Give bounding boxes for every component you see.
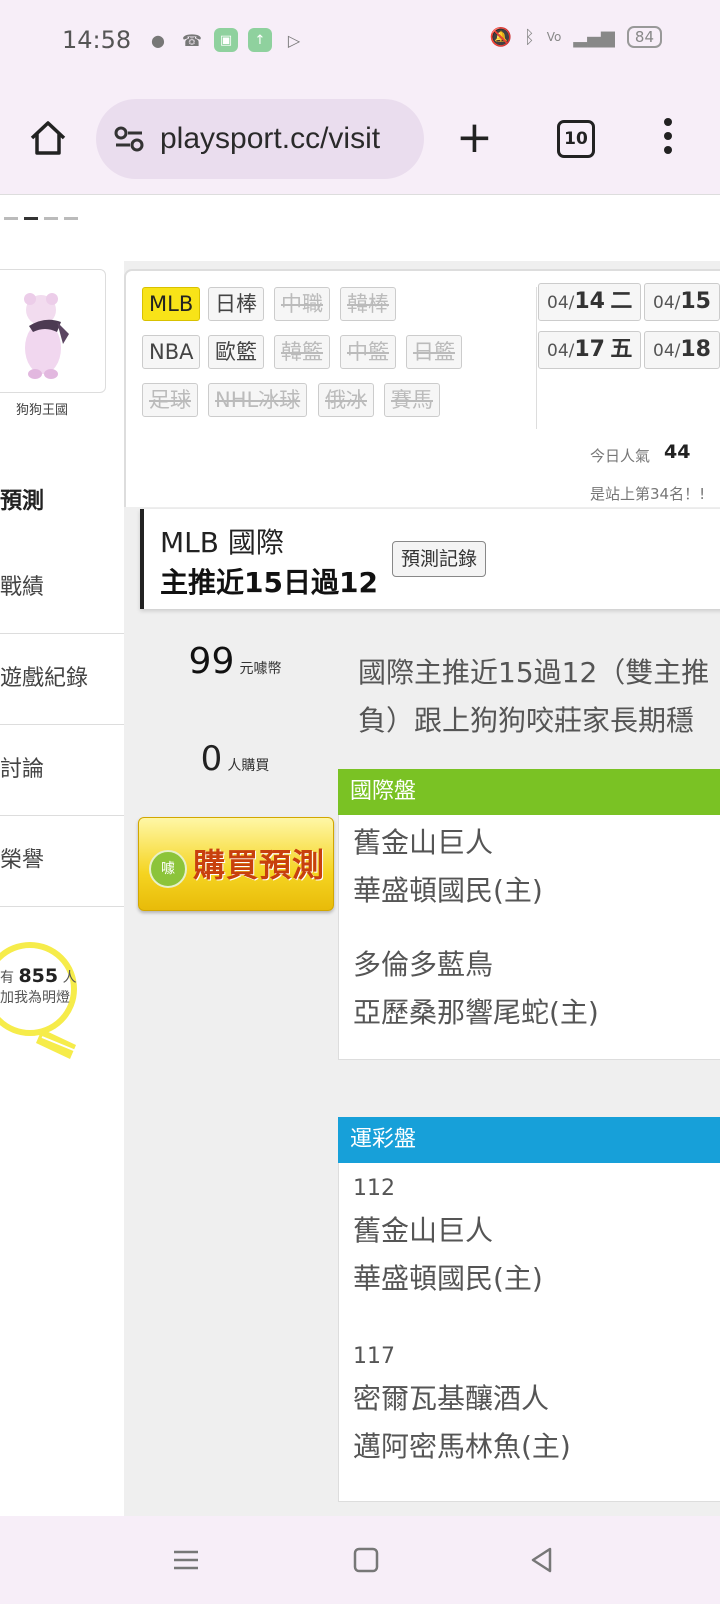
upload-icon: ↑	[248, 28, 272, 52]
status-bar: 14:58 ● ☎ ▣ ↑ ▷ 🔕 ᛒ Vo ▂▄▆ 84	[0, 0, 720, 82]
match-row: 117 密爾瓦基釀酒人 邁阿密馬林魚(主)	[338, 1331, 720, 1502]
address-bar[interactable]: playsport.cc/visit	[96, 99, 424, 179]
web-page: 狗狗王國 預測 戰績 遊戲紀錄 討論 榮譽 有 855 人 加我為明燈 MLB …	[0, 194, 720, 1517]
predict-heading[interactable]: 預測	[0, 483, 44, 515]
section-header-sports-lottery: 運彩盤	[338, 1117, 720, 1163]
date-button[interactable]: 04/15	[644, 283, 720, 321]
tag-russia-hockey: 俄冰	[318, 383, 374, 417]
battery-icon: 84	[626, 26, 662, 48]
back-icon[interactable]	[528, 1546, 556, 1574]
section-header-international: 國際盤	[338, 769, 720, 815]
system-nav-bar	[0, 1516, 720, 1604]
home-nav-icon[interactable]	[352, 1546, 380, 1574]
buy-prediction-button[interactable]: 噱 購買預測	[138, 817, 334, 911]
sidebar-menu: 戰績 遊戲紀錄 討論 榮譽	[0, 543, 124, 907]
buyer-unit: 人購買	[227, 758, 270, 774]
tag-korea-basketball: 韓籃	[274, 335, 330, 369]
status-time: 14:58	[62, 26, 132, 54]
tag-korea-baseball: 韓棒	[340, 287, 396, 321]
avatar-name[interactable]: 狗狗王國	[16, 399, 68, 418]
sidebar-item-record[interactable]: 戰績	[0, 543, 124, 634]
pager-dot[interactable]	[24, 217, 38, 220]
sidebar-item-game-log[interactable]: 遊戲紀錄	[0, 634, 124, 725]
price-box: 99 元噱幣	[140, 641, 330, 721]
profile-sidebar: 狗狗王國 預測 戰績 遊戲紀錄 討論 榮譽 有 855 人 加我為明燈	[0, 261, 126, 1517]
buyer-count: 0	[200, 739, 223, 779]
tag-mlb[interactable]: MLB	[142, 287, 201, 321]
buyer-box: 0 人購買	[140, 739, 330, 779]
recent-apps-icon[interactable]	[172, 1546, 200, 1574]
buy-prediction-label: 購買預測	[193, 846, 326, 884]
tag-japan-baseball[interactable]: 日棒	[208, 287, 264, 321]
sidebar-item-discussion[interactable]: 討論	[0, 725, 124, 816]
date-button[interactable]: 04/14 二	[538, 283, 642, 321]
tag-nba[interactable]: NBA	[142, 335, 201, 369]
signal-icon: ▂▄▆	[573, 26, 615, 48]
home-icon[interactable]	[28, 118, 68, 158]
url-text: playsport.cc/visit	[160, 122, 381, 155]
new-tab-button[interactable]: +	[456, 116, 493, 160]
tag-cpbl: 中職	[274, 287, 330, 321]
tag-china-basketball: 中籃	[340, 335, 396, 369]
pager-dot[interactable]	[64, 217, 78, 220]
play-icon: ▷	[287, 30, 301, 50]
follower-count: 有 855 人 加我為明燈	[0, 965, 77, 1006]
date-button[interactable]: 04/17 五	[538, 331, 642, 369]
coin-icon: 噱	[149, 850, 187, 888]
tag-horse-racing: 賽馬	[384, 383, 440, 417]
prediction-record-button[interactable]: 預測記錄	[392, 541, 487, 577]
banner-pager	[4, 217, 78, 220]
mute-icon: 🔕	[489, 26, 512, 48]
browser-toolbar: playsport.cc/visit + 10	[0, 82, 720, 194]
tag-nhl: NHL冰球	[208, 383, 308, 417]
site-settings-icon[interactable]	[112, 124, 146, 154]
price-unit: 元噱幣	[239, 661, 282, 677]
pager-dot[interactable]	[4, 217, 18, 220]
prediction-description: 國際主推近15過12（雙主推 負）跟上狗狗咬莊家長期穩	[358, 656, 710, 737]
volte-icon: Vo	[546, 30, 562, 44]
price-value: 99	[188, 641, 235, 682]
bluetooth-icon: ᛒ	[523, 26, 535, 48]
chat-bubble-icon: ●	[151, 30, 165, 50]
popularity-value: 44	[664, 441, 691, 463]
notification-icons: ● ☎ ▣ ↑ ▷	[146, 28, 306, 52]
rank-text: 是站上第34名！!	[590, 485, 706, 503]
match-row: 112 舊金山巨人 華盛頓國民(主)	[338, 1163, 720, 1334]
tag-japan-basketball: 日籃	[406, 335, 462, 369]
more-menu-icon[interactable]	[664, 118, 674, 160]
prediction-league: MLB 國際	[160, 526, 284, 559]
prediction-title-card: MLB 國際 主推近15日過12 預測記錄	[140, 509, 720, 609]
bear-figure-image	[24, 293, 69, 379]
prediction-headline: 主推近15日過12	[160, 566, 378, 599]
missed-call-icon: ☎	[182, 30, 202, 50]
system-icons: 🔕 ᛒ Vo ▂▄▆ 84	[490, 26, 662, 48]
popularity-label: 今日人氣	[590, 447, 651, 465]
tag-euro-basketball[interactable]: 歐籃	[208, 335, 264, 369]
match-row: 多倫多藍鳥 亞歷桑那響尾蛇(主)	[338, 937, 720, 1060]
sidebar-item-honor[interactable]: 榮譽	[0, 816, 124, 907]
tab-switcher-button[interactable]: 10	[557, 120, 595, 158]
match-row: 舊金山巨人 華盛頓國民(主)	[338, 815, 720, 938]
android-icon: ▣	[214, 28, 238, 52]
sport-filter-panel: MLB 日棒 中職 韓棒 NBA 歐籃 韓籃 中籃 日籃 足球 NHL冰球 俄冰…	[124, 269, 720, 507]
pager-dot[interactable]	[44, 217, 58, 220]
lightbulb-icon[interactable]	[0, 941, 100, 1081]
divider	[536, 287, 537, 429]
main-content: MLB 日棒 中職 韓棒 NBA 歐籃 韓籃 中籃 日籃 足球 NHL冰球 俄冰…	[124, 261, 720, 1517]
avatar[interactable]	[0, 269, 106, 393]
tag-soccer: 足球	[142, 383, 198, 417]
date-button[interactable]: 04/18	[644, 331, 720, 369]
